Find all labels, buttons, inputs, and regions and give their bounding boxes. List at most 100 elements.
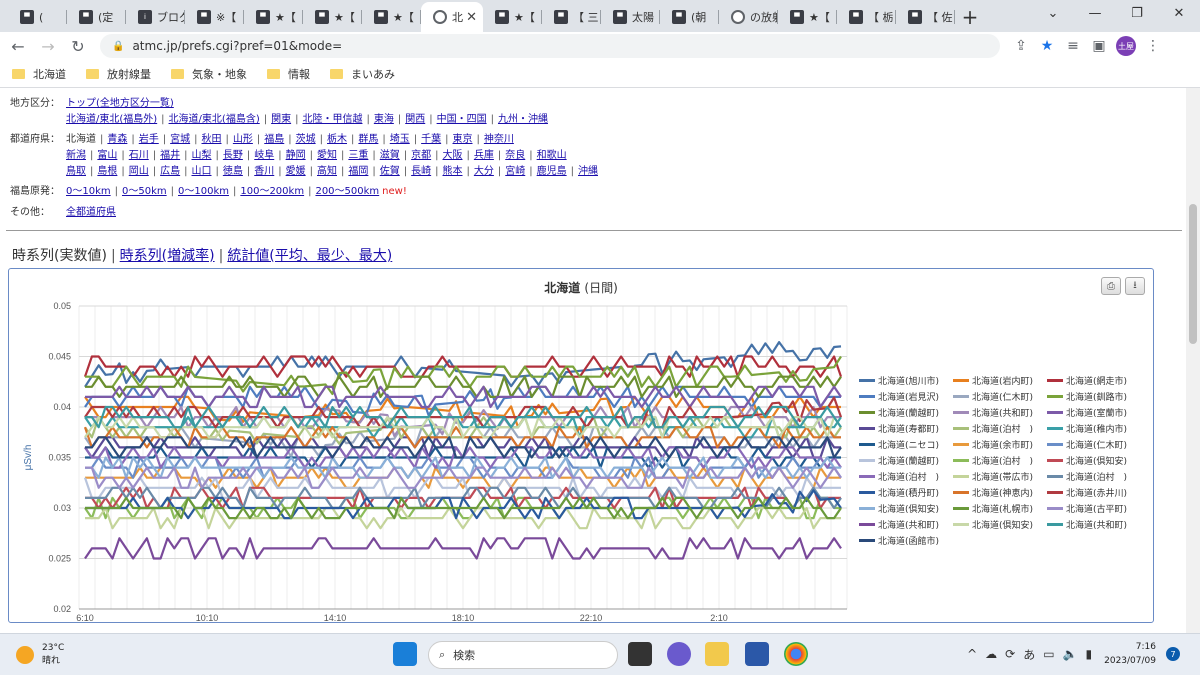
reading-list-icon[interactable]: ≡ xyxy=(1060,34,1086,58)
tab-14[interactable]: ▀ 【 栃 xyxy=(837,2,896,32)
prefs3-link-6[interactable]: 香川 xyxy=(254,166,274,177)
bookmark-2[interactable]: 気象・地象 xyxy=(171,66,247,82)
prefs3-link-15[interactable]: 鹿児島 xyxy=(537,166,567,177)
tab-11[interactable]: ▀ (朝 xyxy=(660,2,719,32)
prefs1-link-1[interactable]: 岩手 xyxy=(139,134,159,145)
taskbar-search[interactable]: ⌕ 検索 xyxy=(428,641,618,669)
prefs2-link-13[interactable]: 兵庫 xyxy=(474,150,494,161)
legend-item[interactable]: 北海道(釧路市) xyxy=(1047,389,1147,404)
prefs3-link-8[interactable]: 高知 xyxy=(317,166,337,177)
regions-link-2[interactable]: 関東 xyxy=(271,114,291,125)
fuku-link-0[interactable]: 0〜10km xyxy=(66,186,111,197)
prefs3-link-9[interactable]: 福岡 xyxy=(348,166,368,177)
prefs3-link-14[interactable]: 宮崎 xyxy=(505,166,525,177)
tab-0[interactable]: ▀( xyxy=(8,2,67,32)
clock[interactable]: 7:16 2023/07/09 xyxy=(1104,640,1156,668)
legend-item[interactable]: 北海道(泊村 ) xyxy=(953,453,1047,468)
regions-link-4[interactable]: 東海 xyxy=(374,114,394,125)
prefs2-link-1[interactable]: 富山 xyxy=(97,150,117,161)
legend-item[interactable]: 北海道(仁木町) xyxy=(953,389,1047,404)
chrome-icon[interactable] xyxy=(784,642,808,666)
close-window-button[interactable]: ✕ xyxy=(1158,0,1200,26)
prefs2-link-6[interactable]: 岐阜 xyxy=(254,150,274,161)
reload-button[interactable]: ↻ xyxy=(66,34,90,58)
lock-icon[interactable]: 🔒 xyxy=(112,41,124,52)
bookmark-star-icon[interactable]: ★ xyxy=(1034,34,1060,58)
legend-item[interactable]: 北海道(泊村 ) xyxy=(859,469,953,484)
prefs2-link-12[interactable]: 大阪 xyxy=(443,150,463,161)
legend-item[interactable]: 北海道(帯広市) xyxy=(953,469,1047,484)
chat-icon[interactable] xyxy=(667,642,691,666)
prefs1-link-4[interactable]: 山形 xyxy=(233,134,253,145)
legend-item[interactable]: 北海道(古平町) xyxy=(1047,501,1147,516)
legend-item[interactable]: 北海道(旭川市) xyxy=(859,373,953,388)
prefs1-link-2[interactable]: 宮城 xyxy=(170,134,190,145)
prefs1-link-10[interactable]: 千葉 xyxy=(421,134,441,145)
prefs3-link-10[interactable]: 佐賀 xyxy=(380,166,400,177)
legend-item[interactable]: 北海道(稚内市) xyxy=(1047,421,1147,436)
weather-widget[interactable]: 23°C 晴れ xyxy=(16,642,64,668)
prefs1-link-7[interactable]: 栃木 xyxy=(327,134,347,145)
view-tab-delta[interactable]: 時系列(増減率) xyxy=(120,248,215,264)
all-prefs-link[interactable]: 全都道府県 xyxy=(66,207,116,218)
legend-item[interactable]: 北海道(岩見沢) xyxy=(859,389,953,404)
omnibox[interactable]: 🔒 atmc.jp/prefs.cgi?pref=01&mode= xyxy=(100,34,1000,58)
tab-15[interactable]: ▀ 【 佐 xyxy=(896,2,955,32)
prefs3-link-0[interactable]: 鳥取 xyxy=(66,166,86,177)
bookmark-0[interactable]: 北海道 xyxy=(12,66,66,82)
volume-icon[interactable]: 🔈 xyxy=(1063,647,1078,661)
restore-button[interactable]: ❐ xyxy=(1116,0,1158,26)
notification-badge[interactable]: 7 xyxy=(1166,647,1180,661)
legend-item[interactable]: 北海道(倶知安) xyxy=(1047,453,1147,468)
prefs2-link-2[interactable]: 石川 xyxy=(129,150,149,161)
region-top-link[interactable]: トップ(全地方区分一覧) xyxy=(66,98,174,109)
battery-icon[interactable]: ▮ xyxy=(1086,647,1093,661)
prefs3-link-3[interactable]: 広島 xyxy=(160,166,180,177)
fuku-link-1[interactable]: 0〜50km xyxy=(122,186,167,197)
legend-item[interactable]: 北海道(寿都町) xyxy=(859,421,953,436)
prefs2-link-8[interactable]: 愛知 xyxy=(317,150,337,161)
close-icon[interactable]: ✕ xyxy=(466,10,477,25)
legend-item[interactable]: 北海道(函館市) xyxy=(859,533,953,548)
ime-indicator[interactable]: あ xyxy=(1023,646,1035,663)
prefs1-link-11[interactable]: 東京 xyxy=(453,134,473,145)
tab-8[interactable]: ▀ ★【 xyxy=(483,2,542,32)
cloud-icon[interactable]: ☁ xyxy=(985,647,997,661)
prefs3-link-5[interactable]: 徳島 xyxy=(223,166,243,177)
legend-item[interactable]: 北海道(室蘭市) xyxy=(1047,405,1147,420)
task-view-icon[interactable] xyxy=(628,642,652,666)
tab-6[interactable]: ▀ ★【 xyxy=(362,2,421,32)
prefs1-link-8[interactable]: 群馬 xyxy=(358,134,378,145)
bookmark-3[interactable]: 情報 xyxy=(267,66,310,82)
regions-link-5[interactable]: 関西 xyxy=(405,114,425,125)
forward-button[interactable]: → xyxy=(36,34,60,58)
prefs3-link-4[interactable]: 山口 xyxy=(192,166,212,177)
prefs3-link-11[interactable]: 長崎 xyxy=(411,166,431,177)
tab-7[interactable]: 北 ✕ xyxy=(421,2,483,32)
sync-icon[interactable]: ⟳ xyxy=(1005,647,1015,661)
legend-item[interactable]: 北海道(泊村 ) xyxy=(1047,469,1147,484)
regions-link-1[interactable]: 北海道/東北(福島含) xyxy=(169,114,260,125)
prefs2-link-14[interactable]: 奈良 xyxy=(505,150,525,161)
prefs2-link-3[interactable]: 福井 xyxy=(160,150,180,161)
prefs1-link-12[interactable]: 神奈川 xyxy=(484,134,514,145)
legend-item[interactable]: 北海道(蘭越町) xyxy=(859,405,953,420)
legend-item[interactable]: 北海道(網走市) xyxy=(1047,373,1147,388)
bookmark-1[interactable]: 放射線量 xyxy=(86,66,151,82)
network-icon[interactable]: ▭ xyxy=(1043,647,1054,661)
prefs1-link-3[interactable]: 秋田 xyxy=(202,134,222,145)
regions-link-7[interactable]: 九州・沖縄 xyxy=(498,114,548,125)
tab-5[interactable]: ▀ ★【 xyxy=(303,2,362,32)
chevron-up-icon[interactable]: ^ xyxy=(967,647,977,661)
minimize-button[interactable]: — xyxy=(1074,0,1116,26)
prefs2-link-0[interactable]: 新潟 xyxy=(66,150,86,161)
tab-1[interactable]: ▀ (定 xyxy=(67,2,126,32)
legend-item[interactable]: 北海道(泊村 ) xyxy=(953,421,1047,436)
legend-item[interactable]: 北海道(蘭越町) xyxy=(859,453,953,468)
legend-item[interactable]: 北海道(共和町) xyxy=(1047,517,1147,532)
tab-2[interactable]: i ブログ xyxy=(126,2,185,32)
regions-link-3[interactable]: 北陸・甲信越 xyxy=(302,114,362,125)
tab-12[interactable]: の放射 xyxy=(719,2,778,32)
regions-link-6[interactable]: 中国・四国 xyxy=(437,114,487,125)
prefs2-link-5[interactable]: 長野 xyxy=(223,150,243,161)
